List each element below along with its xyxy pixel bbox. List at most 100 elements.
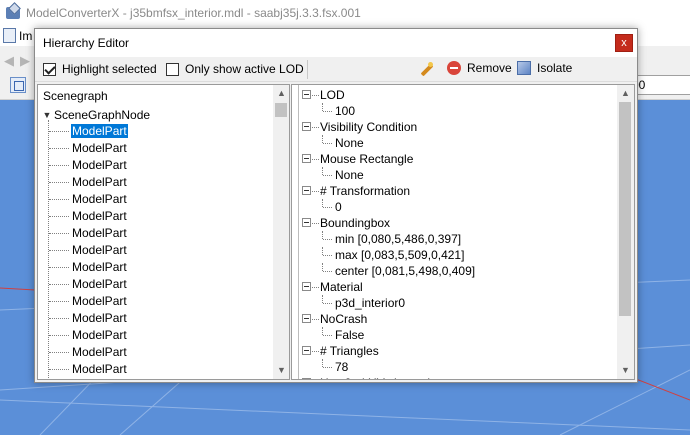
scroll-up-icon[interactable]: ▲ (273, 85, 289, 102)
menu-item-import[interactable]: Im (19, 29, 32, 43)
property-value[interactable]: False (302, 327, 612, 343)
back-arrow-icon[interactable]: ◀ (4, 53, 14, 69)
remove-icon (447, 61, 461, 75)
property-name: # Transformation (320, 184, 411, 198)
checkbox-checked-icon[interactable] (43, 62, 56, 76)
tree-item[interactable]: ModelPart (38, 191, 278, 208)
fit-view-icon[interactable] (10, 77, 26, 93)
scroll-thumb[interactable] (275, 103, 287, 117)
chevron-down-icon[interactable]: ▼ (40, 110, 54, 120)
remove-label: Remove (467, 61, 512, 75)
property-group: LOD 100 (302, 87, 612, 119)
property-value[interactable]: 100 (302, 103, 612, 119)
property-node[interactable]: Visibility Condition (302, 119, 612, 135)
highlight-selected-checkbox[interactable]: Highlight selected (43, 62, 157, 76)
tree-item[interactable]: ModelPart (38, 123, 278, 140)
tree-item-label: ModelPart (72, 311, 127, 325)
isolate-icon (517, 61, 531, 75)
tree-item[interactable]: ModelPart (38, 259, 278, 276)
properties-scrollbar[interactable]: ▲ ▼ (617, 85, 634, 379)
property-node[interactable]: # Transformation (302, 183, 612, 199)
scroll-down-icon[interactable]: ▼ (273, 362, 289, 379)
collapse-toggle-icon[interactable] (302, 314, 311, 323)
property-node[interactable]: Material (302, 279, 612, 295)
hierarchy-editor-dialog: Hierarchy Editor x Highlight selected On… (34, 28, 638, 383)
property-node[interactable]: Boundingbox (302, 215, 612, 231)
property-value[interactable]: 0 (302, 199, 612, 215)
tree-scrollbar[interactable]: ▲ ▼ (273, 85, 289, 379)
app-logo-icon (6, 7, 20, 19)
tree-item[interactable]: ModelPart (38, 310, 278, 327)
property-node[interactable]: NoCrash (302, 311, 612, 327)
collapse-toggle-icon[interactable] (302, 122, 311, 131)
property-name: Material (320, 280, 363, 294)
tree-item-label: ModelPart (72, 362, 127, 376)
root-node-label[interactable]: SceneGraphNode (54, 108, 150, 122)
property-group: # Transformation 0 (302, 183, 612, 215)
property-node[interactable]: Mouse Rectangle (302, 151, 612, 167)
magic-wand-icon[interactable] (418, 61, 436, 79)
properties-tree[interactable]: LOD 100 Visibility Condition None Mouse Rect… (291, 84, 635, 380)
property-value[interactable]: min [0,080,5,486,0,397] (302, 231, 612, 247)
tree-item-list: ModelPart ModelPart ModelPart ModelPart Mode… (38, 123, 278, 378)
tree-item-label: ModelPart (72, 328, 127, 342)
property-name: LOD (320, 88, 345, 102)
property-node[interactable]: # Triangles (302, 343, 612, 359)
collapse-toggle-icon[interactable] (302, 218, 311, 227)
property-group: NoCrash False (302, 311, 612, 343)
checkbox-unchecked-icon[interactable] (166, 62, 179, 76)
property-value[interactable]: None (302, 167, 612, 183)
tree-item[interactable]: ModelPart (38, 327, 278, 344)
collapse-toggle-icon[interactable] (302, 378, 311, 379)
scroll-up-icon[interactable]: ▲ (617, 85, 634, 102)
property-node[interactable]: Has 2nd UV channel (302, 375, 612, 379)
dialog-titlebar[interactable]: Hierarchy Editor x (35, 29, 637, 57)
remove-button[interactable]: Remove (447, 61, 512, 75)
tree-item[interactable]: ModelPart (38, 361, 278, 378)
collapse-toggle-icon[interactable] (302, 90, 311, 99)
property-node[interactable]: LOD (302, 87, 612, 103)
tree-item[interactable]: ModelPart (38, 208, 278, 225)
property-group: Boundingbox min [0,080,5,486,0,397] max [0… (302, 215, 612, 279)
scroll-down-icon[interactable]: ▼ (617, 362, 634, 379)
property-value[interactable]: None (302, 135, 612, 151)
tree-item[interactable]: ModelPart (38, 276, 278, 293)
tree-item[interactable]: ModelPart (38, 344, 278, 361)
tree-item-label: ModelPart (72, 345, 127, 359)
tree-item-label: ModelPart (70, 123, 129, 139)
scenegraph-tree[interactable]: Scenegraph ▼ SceneGraphNode ModelPart Mod… (37, 84, 290, 380)
only-active-lod-label: Only show active LOD (185, 62, 304, 76)
only-active-lod-checkbox[interactable]: Only show active LOD (166, 62, 304, 76)
collapse-toggle-icon[interactable] (302, 186, 311, 195)
collapse-toggle-icon[interactable] (302, 282, 311, 291)
tree-item-label: ModelPart (72, 158, 127, 172)
property-group: Material p3d_interior0 (302, 279, 612, 311)
app-title: ModelConverterX - j35bmfsx_interior.mdl … (26, 6, 361, 20)
tree-item[interactable]: ModelPart (38, 225, 278, 242)
isolate-button[interactable]: Isolate (517, 61, 572, 75)
property-value[interactable]: p3d_interior0 (302, 295, 612, 311)
property-group: Has 2nd UV channel (302, 375, 612, 379)
tree-item[interactable]: ModelPart (38, 157, 278, 174)
property-value[interactable]: max [0,083,5,509,0,421] (302, 247, 612, 263)
tree-item[interactable]: ModelPart (38, 293, 278, 310)
property-value[interactable]: 78 (302, 359, 612, 375)
tree-item-label: ModelPart (72, 175, 127, 189)
property-group: Visibility Condition None (302, 119, 612, 151)
tree-item-label: ModelPart (72, 192, 127, 206)
scenegraph-header: Scenegraph (43, 89, 108, 103)
import-icon[interactable] (3, 28, 16, 43)
collapse-toggle-icon[interactable] (302, 154, 311, 163)
close-button[interactable]: x (615, 34, 633, 52)
property-name: Boundingbox (320, 216, 391, 230)
toolbar-divider (307, 60, 308, 79)
forward-arrow-icon[interactable]: ▶ (20, 53, 30, 69)
dialog-toolbar: Highlight selected Only show active LOD … (35, 57, 637, 82)
scroll-thumb[interactable] (619, 102, 631, 316)
property-value[interactable]: center [0,081,5,498,0,409] (302, 263, 612, 279)
tree-item[interactable]: ModelPart (38, 174, 278, 191)
collapse-toggle-icon[interactable] (302, 346, 311, 355)
tree-root-node[interactable]: ▼ SceneGraphNode (40, 106, 151, 123)
tree-item[interactable]: ModelPart (38, 140, 278, 157)
tree-item[interactable]: ModelPart (38, 242, 278, 259)
